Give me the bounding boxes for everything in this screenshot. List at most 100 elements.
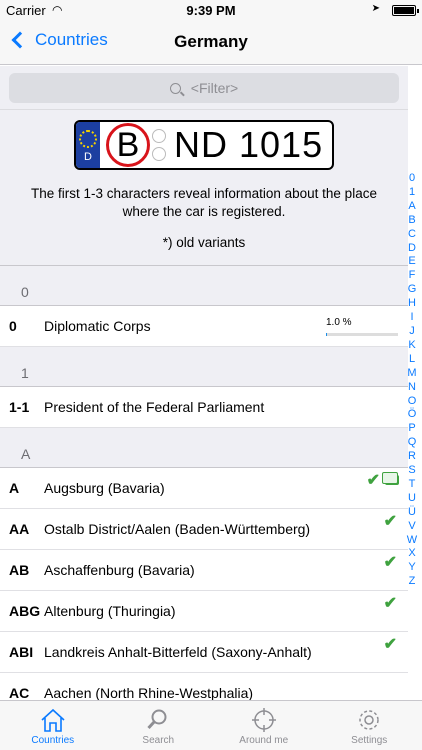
tab-search[interactable]: Search	[106, 701, 212, 750]
photos-icon	[382, 472, 399, 485]
index-letter[interactable]: 1	[409, 186, 415, 200]
crosshair-icon	[211, 707, 317, 733]
index-letter[interactable]: P	[408, 422, 415, 436]
table-row[interactable]: ABG Altenburg (Thuringia) ✔	[0, 591, 408, 632]
index-letter[interactable]: X	[408, 547, 415, 561]
index-letter[interactable]: O	[408, 395, 417, 409]
row-name: Altenburg (Thuringia)	[44, 603, 176, 619]
table-row[interactable]: 0 Diplomatic Corps 1.0 %	[0, 306, 408, 347]
index-letter[interactable]: A	[408, 200, 415, 214]
table-row[interactable]: AB Aschaffenburg (Bavaria) ✔	[0, 550, 408, 591]
row-name: Landkreis Anhalt-Bitterfeld (Saxony-Anha…	[44, 644, 312, 660]
index-letter[interactable]: T	[409, 478, 416, 492]
row-name: Aschaffenburg (Bavaria)	[44, 562, 195, 578]
table-row[interactable]: 1-1 President of the Federal Parliament	[0, 387, 408, 428]
search-placeholder: <Filter>	[190, 80, 239, 96]
index-letter[interactable]: W	[407, 534, 417, 548]
tab-label: Countries	[31, 735, 75, 746]
percent-label: 1.0 %	[326, 317, 352, 328]
index-letter[interactable]: H	[408, 297, 416, 311]
tab-label: Around me	[239, 735, 289, 746]
index-letter[interactable]: I	[410, 311, 413, 325]
tab-around-me[interactable]: Around me	[211, 701, 317, 750]
index-letter[interactable]: B	[408, 214, 415, 228]
eu-band: D	[76, 122, 100, 168]
checkmark-icon: ✔	[383, 554, 397, 571]
plate-header: D B ND 1015 The first 1-3 characters rev…	[0, 110, 408, 266]
checkmark-icon: ✔	[383, 513, 397, 530]
section-index[interactable]: 01ABCDEFGHIJKLMNOÖPQRSTUÜVWXYZ	[406, 172, 418, 589]
row-code: AB	[9, 562, 30, 578]
row-code: 0	[9, 318, 17, 334]
license-plate-image: D B ND 1015	[74, 120, 334, 170]
index-letter[interactable]: D	[408, 242, 416, 256]
content-scroll[interactable]: <Filter> D B ND 1015 The first 1-3 chara…	[0, 66, 408, 700]
battery-icon	[392, 5, 419, 16]
location-arrow-icon: ➤	[371, 3, 380, 14]
table-row[interactable]: AC Aachen (North Rhine-Westphalia)	[0, 673, 408, 700]
search-input[interactable]: <Filter>	[9, 73, 399, 103]
percent-bar	[326, 333, 398, 336]
row-name: Augsburg (Bavaria)	[44, 480, 165, 496]
table-row[interactable]: AA Ostalb District/Aalen (Baden-Württemb…	[0, 509, 408, 550]
table-row[interactable]: ABI Landkreis Anhalt-Bitterfeld (Saxony-…	[0, 632, 408, 673]
index-letter[interactable]: N	[408, 381, 416, 395]
checkmark-icon: ✔	[366, 472, 380, 489]
plate-district-code: B	[106, 123, 150, 167]
tab-label: Settings	[351, 735, 388, 746]
section-header-a: A	[0, 428, 408, 468]
section-header-1: 1	[0, 347, 408, 387]
row-name: President of the Federal Parliament	[44, 399, 265, 415]
index-letter[interactable]: 0	[409, 172, 415, 186]
index-letter[interactable]: V	[408, 520, 415, 534]
row-name: Ostalb District/Aalen (Baden-Württemberg…	[44, 521, 311, 537]
table-row[interactable]: A Augsburg (Bavaria) ✔	[0, 468, 408, 509]
index-letter[interactable]: L	[409, 353, 415, 367]
index-letter[interactable]: U	[408, 492, 416, 506]
row-code: ABI	[9, 644, 34, 660]
info-text: The first 1-3 characters reveal informat…	[31, 186, 377, 219]
index-letter[interactable]: Y	[408, 561, 415, 575]
magnifier-icon	[106, 707, 212, 733]
tab-countries[interactable]: Countries	[0, 701, 106, 750]
search-icon	[169, 82, 181, 94]
row-code: 1-1	[9, 399, 30, 415]
tab-bar: Countries Search Around me Settings	[0, 700, 422, 750]
row-code: A	[9, 480, 20, 496]
index-letter[interactable]: S	[408, 464, 415, 478]
row-code: ABG	[9, 603, 41, 619]
gear-icon	[317, 707, 422, 733]
country-code: D	[84, 151, 92, 163]
index-letter[interactable]: Ö	[408, 408, 417, 422]
row-code: AA	[9, 521, 30, 537]
index-letter[interactable]: M	[407, 367, 416, 381]
row-name: Aachen (North Rhine-Westphalia)	[44, 685, 254, 700]
old-variants-note: *) old variants	[162, 235, 246, 250]
usage-percent: 1.0 %	[326, 317, 398, 336]
row-code: AC	[9, 685, 30, 700]
index-letter[interactable]: G	[408, 283, 417, 297]
tab-label: Search	[142, 735, 175, 746]
index-letter[interactable]: Ü	[408, 506, 416, 520]
section-header-0: 0	[0, 266, 408, 306]
status-time: 9:39 PM	[186, 3, 236, 18]
index-letter[interactable]: Z	[409, 575, 416, 589]
index-letter[interactable]: R	[408, 450, 416, 464]
index-letter[interactable]: J	[409, 325, 415, 339]
plate-number: ND 1015	[174, 124, 324, 165]
eu-stars-icon	[79, 130, 97, 148]
checkmark-icon: ✔	[383, 636, 397, 653]
plate-seals	[152, 129, 166, 161]
index-letter[interactable]: K	[408, 339, 415, 353]
tab-settings[interactable]: Settings	[317, 701, 422, 750]
status-bar: Carrier ◠ 9:39 PM ➤	[0, 0, 422, 20]
house-icon	[0, 707, 106, 733]
search-container: <Filter>	[0, 66, 408, 110]
index-letter[interactable]: Q	[408, 436, 417, 450]
checkmark-icon: ✔	[383, 595, 397, 612]
index-letter[interactable]: F	[409, 269, 416, 283]
index-letter[interactable]: C	[408, 228, 416, 242]
index-letter[interactable]: E	[408, 255, 415, 269]
row-name: Diplomatic Corps	[44, 318, 151, 334]
navigation-bar: Countries Germany	[0, 20, 422, 65]
